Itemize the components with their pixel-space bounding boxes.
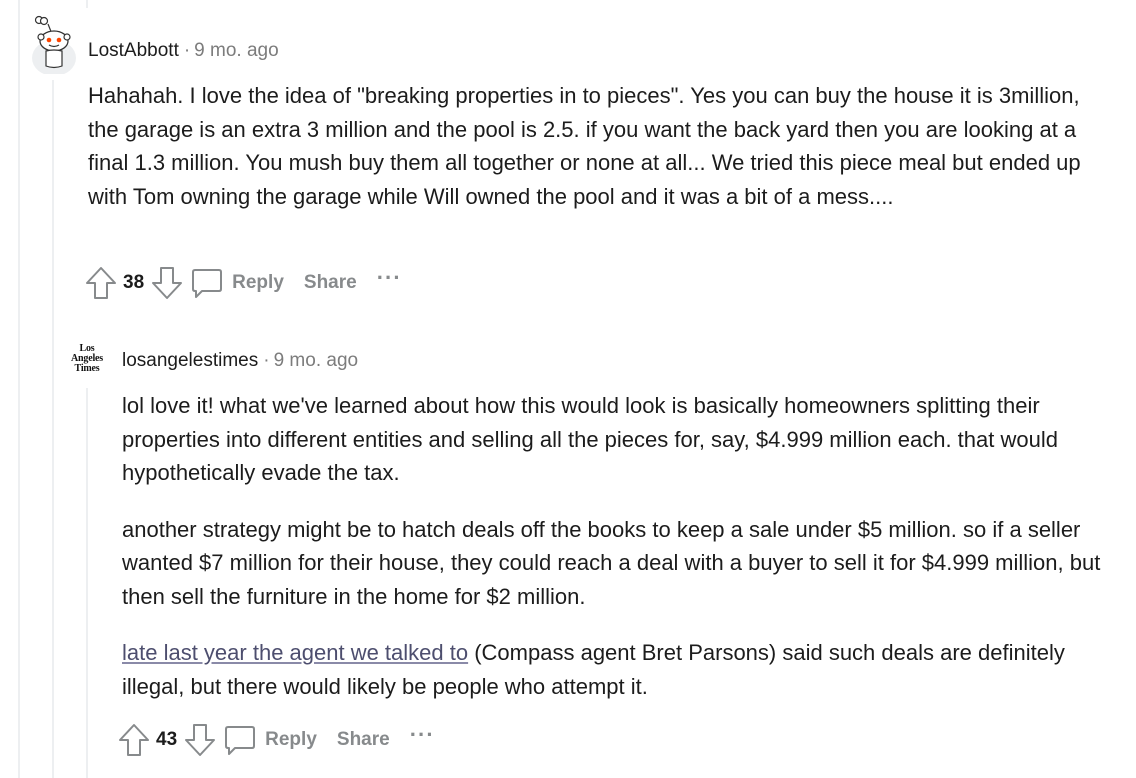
timestamp[interactable]: 9 mo. ago — [274, 350, 359, 371]
avatar-line: Times — [74, 363, 100, 374]
thread-line-comment-1[interactable] — [52, 80, 54, 778]
reply-button[interactable]: Reply — [223, 723, 317, 757]
snoo-avatar-icon[interactable] — [30, 14, 78, 76]
separator-dot: · — [263, 350, 270, 371]
comment-body: lol love it! what we've learned about ho… — [122, 389, 1112, 703]
author-name[interactable]: LostAbbott — [88, 40, 179, 61]
comment-paragraph: lol love it! what we've learned about ho… — [122, 393, 1058, 485]
separator-dot: · — [183, 40, 191, 61]
vote-count: 38 — [123, 272, 145, 293]
comment-paragraph: another strategy might be to hatch deals… — [122, 516, 1101, 609]
comment-actions: 43 Reply Share ··· — [117, 720, 435, 760]
downvote-icon[interactable] — [150, 265, 184, 301]
comment-paragraph: late last year the agent we talked to (C… — [122, 636, 1112, 703]
reply-label: Reply — [265, 729, 317, 750]
more-options-button[interactable]: ··· — [410, 722, 435, 748]
comment-paragraph: Hahahah. I love the idea of "breaking pr… — [88, 83, 1081, 209]
comment-body: Hahahah. I love the idea of "breaking pr… — [88, 79, 1088, 213]
share-button[interactable]: Share — [304, 272, 357, 294]
downvote-icon[interactable] — [183, 722, 217, 758]
article-link[interactable]: late last year the agent we talked to — [122, 640, 468, 665]
upvote-icon[interactable] — [117, 722, 151, 758]
upvote-icon[interactable] — [84, 265, 118, 301]
share-button[interactable]: Share — [337, 729, 390, 751]
reply-button[interactable]: Reply — [190, 266, 284, 300]
comment-header: losangelestimes · 9 mo. ago — [122, 349, 358, 373]
author-name[interactable]: losangelestimes — [122, 350, 258, 371]
comment-actions: 38 Reply Share ··· — [84, 263, 402, 303]
vote-count: 43 — [156, 729, 178, 750]
thread-line-top[interactable] — [86, 0, 88, 8]
comment-bubble-icon — [223, 723, 257, 757]
more-options-button[interactable]: ··· — [377, 265, 402, 291]
timestamp[interactable]: 9 mo. ago — [194, 40, 279, 61]
comment-bubble-icon — [190, 266, 224, 300]
comment-header: LostAbbott · 9 mo. ago — [88, 39, 279, 63]
thread-line-outer[interactable] — [18, 0, 20, 778]
reply-label: Reply — [232, 272, 284, 293]
la-times-avatar-icon[interactable]: Los Angeles Times — [66, 344, 108, 378]
thread-line-comment-2[interactable] — [86, 388, 88, 778]
